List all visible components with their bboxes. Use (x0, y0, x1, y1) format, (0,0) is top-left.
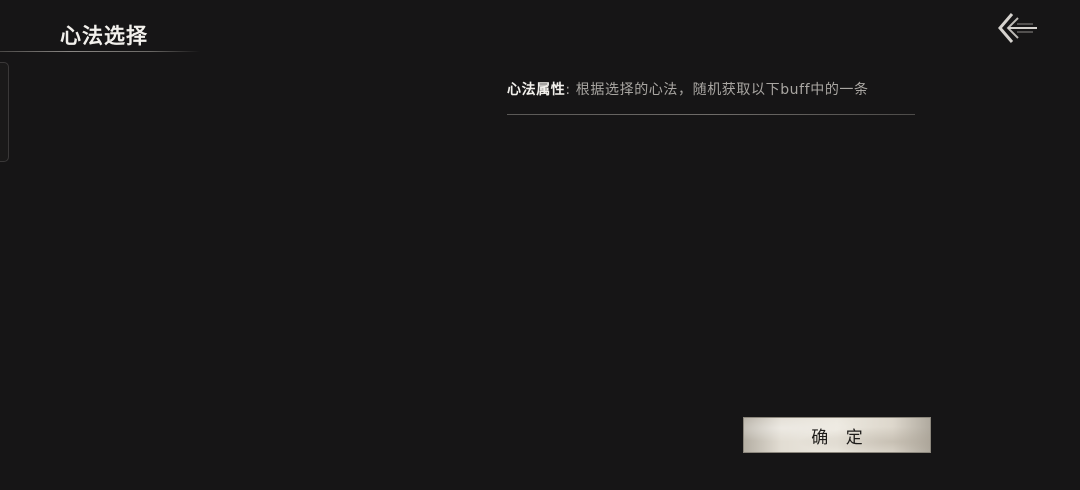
confirm-button[interactable]: 确 定 (743, 417, 931, 453)
attribute-label: 心法属性 (507, 82, 566, 98)
attribute-description: 根据选择的心法，随机获取以下buff中的一条 (575, 82, 869, 98)
attribute-info: 心法属性: 根据选择的心法，随机获取以下buff中的一条 (507, 79, 869, 99)
confirm-button-label: 确 定 (811, 427, 869, 448)
side-panel-edge (0, 62, 9, 162)
attribute-separator: : (565, 82, 571, 98)
title-divider (0, 51, 200, 52)
back-arrow-icon (998, 13, 1037, 43)
attribute-divider (507, 114, 915, 115)
page-title: 心法选择 (60, 24, 148, 48)
back-button[interactable] (993, 8, 1041, 48)
